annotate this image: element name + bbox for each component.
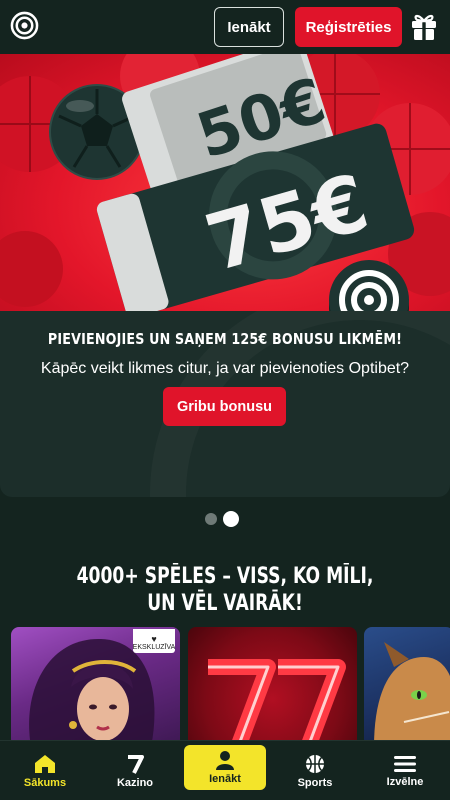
- nav-menu-label: Izvēlne: [386, 775, 424, 788]
- game-tile[interactable]: [364, 627, 450, 747]
- nav-home[interactable]: Sākums: [14, 741, 76, 800]
- game-tile[interactable]: ♥ EKSKLUZĪVA: [11, 627, 180, 747]
- game-tile-art: [374, 642, 450, 747]
- nav-sports[interactable]: Sports: [284, 741, 346, 800]
- login-button[interactable]: Ienākt: [214, 7, 284, 47]
- nav-login[interactable]: Ienākt: [184, 745, 266, 790]
- get-bonus-button[interactable]: Gribu bonusu: [163, 387, 286, 426]
- nav-login-label: Ienākt: [209, 773, 241, 785]
- carousel-dot-2-active[interactable]: [223, 511, 239, 527]
- top-header: Ienākt Reģistrēties: [0, 0, 450, 54]
- promo-title: PIEVIENOJIES UN SAŅEM 125€ BONUSU LIKMĒM…: [47, 330, 403, 348]
- heart-icon: ♥: [151, 634, 157, 644]
- basketball-icon: [306, 754, 324, 773]
- bottom-navigation: Sākums Kazino Ienākt Sports Izvēlne: [0, 740, 450, 800]
- nav-casino-label: Kazino: [116, 776, 154, 789]
- exclusive-badge: ♥ EKSKLUZĪVA: [133, 629, 175, 653]
- promo-subtitle: Kāpēc veikt likmes citur, ja var pievien…: [40, 360, 410, 377]
- nav-sports-label: Sports: [297, 776, 333, 789]
- promo-card: 50€ 75€ PIEVIENOJIES UN SAŅEM 125€ BONUS…: [0, 54, 450, 497]
- exclusive-badge-label: EKSKLUZĪVA: [132, 644, 176, 651]
- game-tile-art: [208, 659, 346, 747]
- seven-icon: [128, 754, 144, 774]
- carousel-dot-1[interactable]: [205, 513, 217, 525]
- promo-banner-image[interactable]: 50€ 75€: [0, 54, 450, 311]
- games-section-title: 4000+ SPĒLES – VISS, KO MĪLI, UN VĒL VAI…: [50, 563, 401, 617]
- games-title-line1: 4000+ SPĒLES – VISS, KO MĪLI,: [76, 564, 374, 589]
- gift-icon[interactable]: [410, 11, 438, 41]
- nav-casino[interactable]: Kazino: [104, 741, 166, 800]
- games-title-line2: UN VĒL VAIRĀK!: [147, 591, 303, 616]
- page: Ienākt Reģistrēties 50€ 75€ PIEVIENOJIES…: [0, 0, 450, 800]
- user-icon: [216, 751, 234, 770]
- nav-home-label: Sākums: [23, 776, 67, 789]
- menu-icon: [394, 755, 416, 772]
- game-tile[interactable]: [188, 627, 357, 747]
- nav-menu[interactable]: Izvēlne: [374, 741, 436, 800]
- target-logo-icon[interactable]: [10, 11, 39, 40]
- register-button[interactable]: Reģistrēties: [295, 7, 402, 47]
- home-icon: [35, 754, 55, 773]
